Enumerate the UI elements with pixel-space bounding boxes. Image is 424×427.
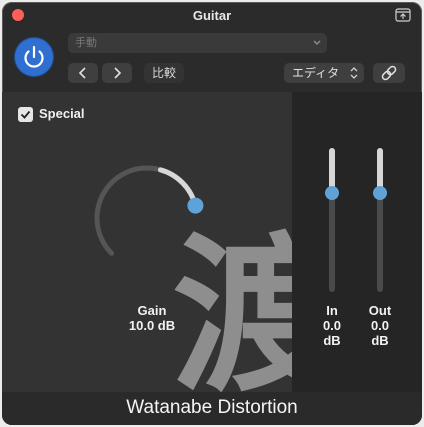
expand-button[interactable] [394,7,412,23]
plugin-body: 渡 Special Gain 10.0 dB In 0.0 dB Out 0.0… [2,92,422,392]
next-preset-button[interactable] [102,63,132,83]
in-unit: dB [323,333,341,348]
in-value: 0.0 [322,318,342,333]
preset-select[interactable]: 手動 [68,33,327,53]
link-icon [381,65,397,81]
window-title: Guitar [192,8,232,23]
link-button[interactable] [373,63,405,83]
preset-select-value: 手動 [75,37,97,49]
chevron-right-icon [114,67,122,79]
chevron-updown-icon [350,67,358,79]
special-checkbox[interactable] [18,107,33,122]
previous-preset-button[interactable] [68,63,98,83]
plugin-footer: Watanabe Distortion [2,392,422,425]
view-select[interactable]: エディタ [284,63,364,83]
compare-button[interactable]: 比較 [144,63,184,83]
plugin-name: Watanabe Distortion [126,397,298,418]
in-label: In [326,303,338,318]
gain-knob-thumb[interactable] [187,197,204,214]
gain-panel: 渡 Special Gain 10.0 dB [2,92,292,392]
power-button[interactable] [15,38,53,76]
special-label: Special [39,106,85,121]
out-slider-thumb[interactable] [373,185,387,200]
gain-value: 10.0 dB [128,318,176,333]
checkmark-icon [20,110,31,119]
out-slider[interactable] [370,148,390,296]
in-slider-thumb[interactable] [325,185,339,200]
chevron-down-icon [313,40,321,46]
gain-knob[interactable] [82,156,212,286]
power-icon [24,45,44,68]
in-slider[interactable] [322,148,342,296]
chevron-left-icon [78,67,86,79]
expand-icon [395,8,411,22]
plugin-window: Guitar 手動 比較 エディタ 渡 Special Gain 10.0 dB… [2,2,422,425]
out-unit: dB [371,333,389,348]
out-label: Out [368,303,392,318]
title-bar: Guitar [2,2,422,30]
view-select-value: エディタ [292,66,340,80]
out-value: 0.0 [370,318,390,333]
gain-label: Gain [137,303,167,318]
